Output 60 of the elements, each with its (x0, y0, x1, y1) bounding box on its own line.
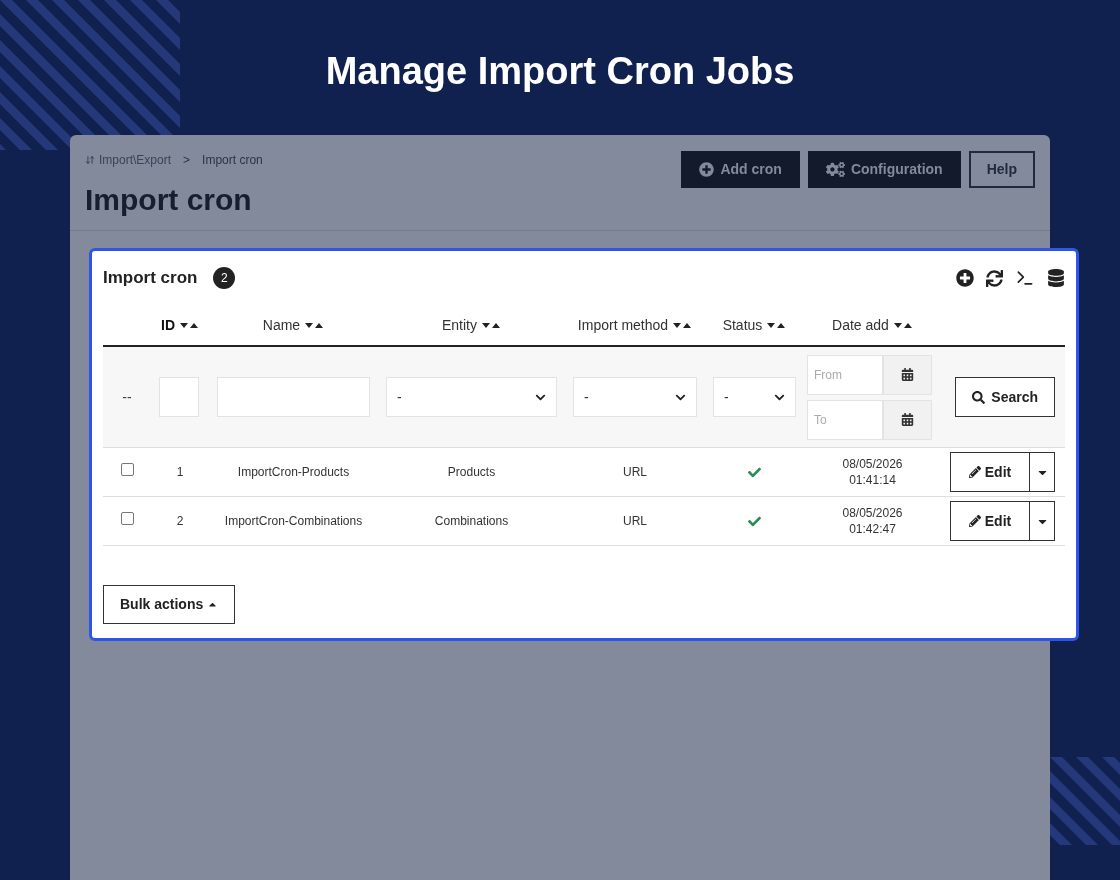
entity-select[interactable]: - (386, 377, 557, 417)
add-cron-button[interactable]: Add cron (681, 151, 800, 188)
date-text: 08/05/2026 (842, 456, 903, 472)
page-title: Manage Import Cron Jobs (325, 49, 795, 94)
help-button[interactable]: Help (968, 151, 1035, 188)
table-cell-text: Products (446, 464, 497, 481)
sort-arrows-icon[interactable] (304, 321, 325, 329)
table-cell-text: 1 (175, 464, 185, 481)
column-header[interactable]: Name (262, 314, 301, 336)
column-header[interactable]: Date add (832, 314, 889, 336)
table-cell-text: ImportCron-Combinations (223, 513, 364, 530)
count-badge: 2 (213, 267, 236, 289)
import-method-select[interactable]: - (573, 377, 697, 417)
calendar-button[interactable] (883, 399, 932, 440)
check-icon[interactable] (748, 514, 761, 528)
row-checkbox[interactable] (120, 511, 134, 525)
name-filter-field[interactable] (217, 377, 370, 417)
id-filter-field[interactable] (159, 377, 199, 417)
table-cell-text: URL (622, 513, 648, 530)
table-cell-text: ImportCron-Products (236, 464, 351, 481)
card-title: Import cron (103, 267, 198, 290)
pencil-icon (968, 515, 981, 527)
calendar-icon (901, 368, 914, 381)
date-field[interactable]: From (807, 354, 883, 395)
calendar-button[interactable] (883, 354, 932, 395)
date-field[interactable]: To (807, 399, 883, 440)
bulk-actions-button[interactable]: Bulk actions (103, 585, 236, 624)
column-header[interactable]: Entity (442, 314, 477, 336)
page-heading: Import cron (85, 182, 253, 218)
date-text: 08/05/2026 (842, 505, 903, 521)
status-select[interactable]: - (713, 377, 796, 417)
calendar-icon (901, 413, 914, 426)
table-cell-text: Combinations (433, 513, 510, 530)
reset-label: -- (121, 387, 133, 407)
gears-icon (825, 160, 845, 179)
sort-arrows-icon (85, 155, 95, 165)
check-icon[interactable] (748, 465, 761, 479)
time-text: 01:42:47 (849, 521, 896, 537)
column-header[interactable]: Status (722, 314, 763, 336)
column-header[interactable]: Import method (577, 314, 669, 336)
database-icon[interactable] (1047, 269, 1065, 287)
sort-arrows-icon[interactable] (892, 321, 913, 329)
breadcrumb-current: Import cron (202, 152, 263, 169)
sort-arrows-icon[interactable] (672, 321, 693, 329)
row-checkbox[interactable] (120, 462, 134, 476)
add-icon[interactable] (956, 269, 974, 287)
sort-arrows-icon[interactable] (766, 321, 787, 329)
search-icon (972, 390, 986, 404)
breadcrumb-separator: > (183, 152, 191, 169)
refresh-icon[interactable] (986, 269, 1003, 287)
column-header[interactable]: ID (161, 314, 175, 336)
table-cell-text: 2 (175, 513, 185, 530)
configuration-button[interactable]: Configuration (807, 151, 961, 188)
sort-arrows-icon[interactable] (179, 321, 199, 329)
table-cell-text: URL (622, 464, 648, 481)
pencil-icon (968, 466, 981, 478)
terminal-icon[interactable] (1015, 268, 1035, 288)
sort-arrows-icon[interactable] (481, 321, 501, 329)
search-button[interactable]: Search (955, 377, 1055, 417)
time-text: 01:41:14 (849, 472, 896, 488)
